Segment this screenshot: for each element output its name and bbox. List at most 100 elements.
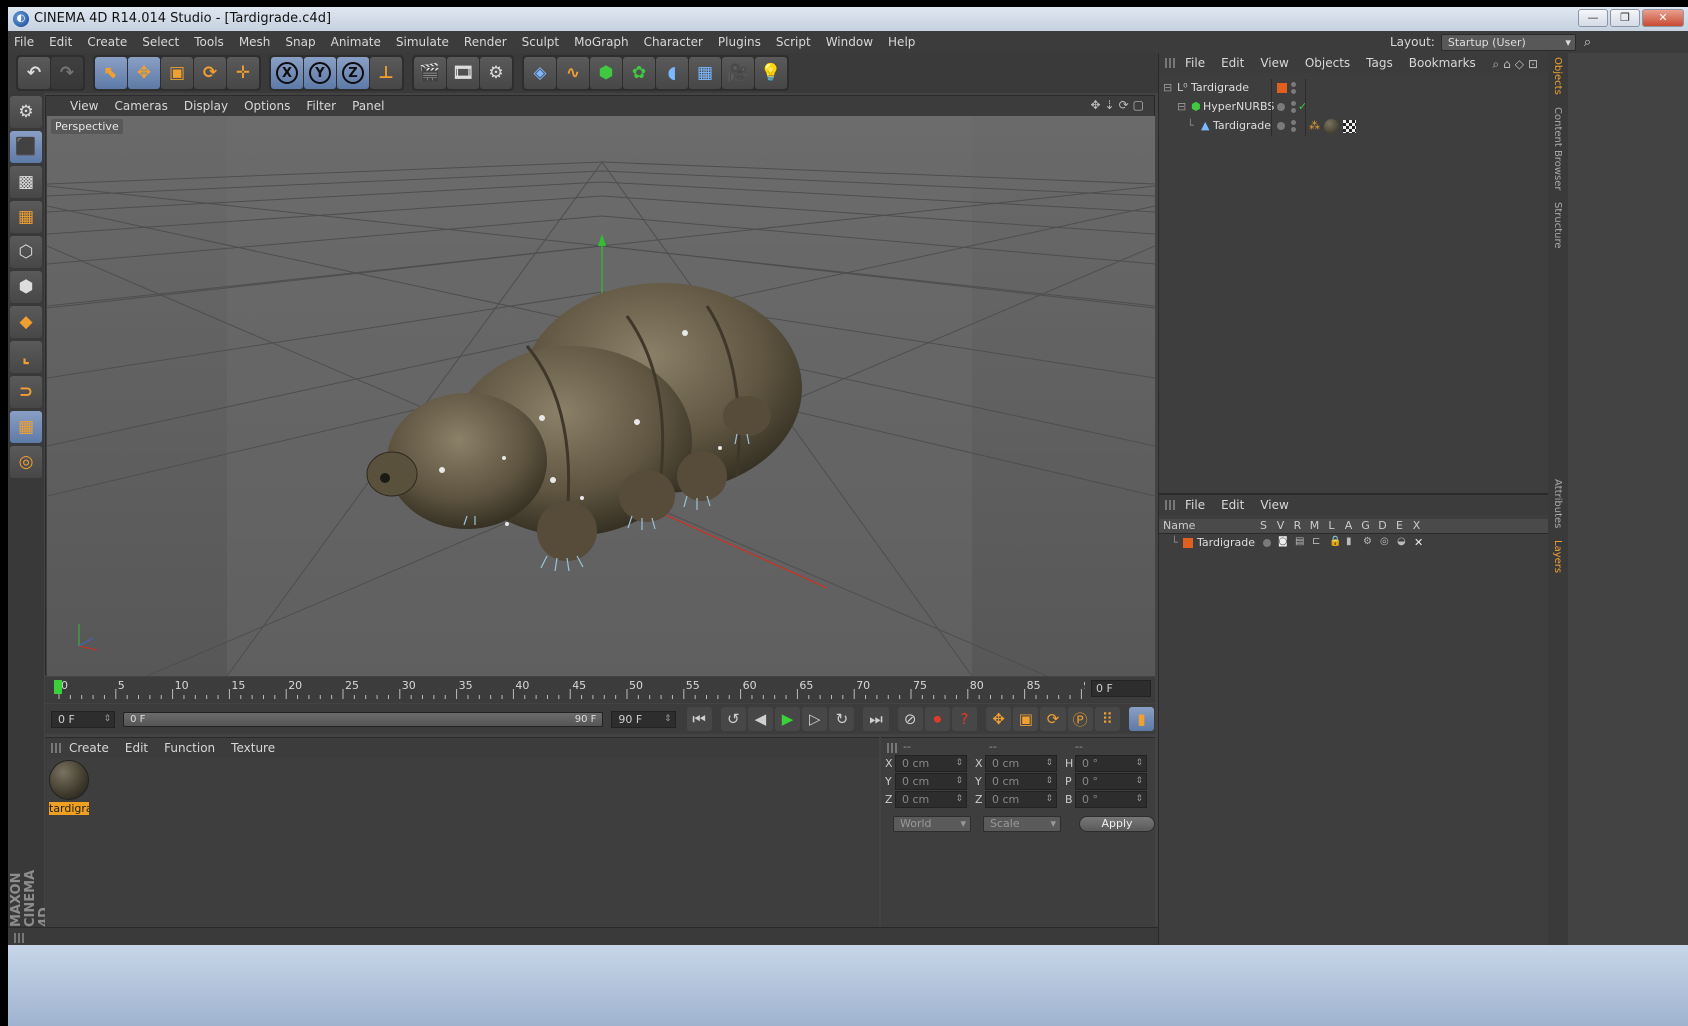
edges-mode-icon[interactable]: ⬢ — [10, 271, 42, 303]
menu-character[interactable]: Character — [644, 35, 703, 49]
frame-range-slider[interactable]: 0 F 90 F — [123, 711, 604, 727]
menu-mesh[interactable]: Mesh — [239, 35, 271, 49]
lm-menu-view[interactable]: View — [1260, 498, 1288, 512]
om-menu-edit[interactable]: Edit — [1221, 56, 1244, 70]
tab-structure[interactable]: Structure — [1552, 202, 1563, 249]
timeline-ruler[interactable]: 0 5 10 15 20 25 30 35 40 45 50 55 60 65 70 75 80 85 90 0 F — [45, 677, 1155, 703]
camera-icon[interactable]: 🎥 — [722, 57, 754, 89]
om-search-home-icons[interactable]: ⌕⌂◇⊡ — [1492, 57, 1542, 72]
current-frame-field[interactable]: 0 F — [1091, 680, 1151, 697]
menu-tools[interactable]: Tools — [194, 35, 224, 49]
apply-button[interactable]: Apply — [1079, 816, 1155, 832]
render-icon[interactable]: ▤ — [1295, 536, 1304, 547]
size-mode-dropdown[interactable]: Scale — [983, 816, 1061, 832]
menu-mograph[interactable]: MoGraph — [574, 35, 629, 49]
deformer-icon[interactable]: ◖ — [656, 57, 688, 89]
undo-icon[interactable]: ↶ — [18, 57, 50, 89]
tab-content-browser[interactable]: Content Browser — [1552, 107, 1563, 190]
key-parameter-icon[interactable]: Ⓟ — [1067, 707, 1093, 731]
viewport-menu-options[interactable]: Options — [244, 99, 290, 113]
panel-grip-icon[interactable] — [51, 743, 63, 753]
position-y-field[interactable]: 0 cm — [895, 772, 967, 790]
layer-row-tardigrade[interactable]: └ Tardigrade ◙ ▤ ⊏ 🔒 ▮ ⚙ ◎ ◒ ✕ — [1159, 534, 1548, 553]
x-axis-lock-button[interactable]: X — [271, 57, 303, 89]
next-keyframe-icon[interactable]: ↻ — [829, 707, 855, 731]
deformers-icon[interactable]: ◎ — [1380, 536, 1389, 547]
coordinate-system-icon[interactable]: ⊥ — [370, 57, 402, 89]
xref-icon[interactable]: ✕ — [1414, 536, 1423, 549]
size-x-field[interactable]: 0 cm — [985, 754, 1057, 772]
tab-layers[interactable]: Layers — [1552, 540, 1563, 573]
workplane-icon[interactable]: ▦ — [10, 201, 42, 233]
spline-icon[interactable]: ∿ — [557, 57, 589, 89]
layer-color-icon[interactable] — [1277, 83, 1287, 93]
array-icon[interactable]: ✿ — [623, 57, 655, 89]
layer-manager-grip-icon[interactable] — [1165, 500, 1177, 510]
key-pla-icon[interactable]: ⠿ — [1094, 707, 1120, 731]
key-position-icon[interactable]: ✥ — [986, 707, 1012, 731]
key-rotation-icon[interactable]: ⟳ — [1040, 707, 1066, 731]
position-x-field[interactable]: 0 cm — [895, 754, 967, 772]
tree-collapse-icon[interactable]: ⊟ — [1163, 81, 1172, 94]
snap-settings-icon[interactable]: ◎ — [10, 446, 42, 478]
y-axis-lock-button[interactable]: Y — [304, 57, 336, 89]
viewport-scene[interactable]: Perspective — [47, 116, 1155, 676]
viewport-menu-cameras[interactable]: Cameras — [114, 99, 167, 113]
previous-keyframe-icon[interactable]: ↺ — [720, 707, 746, 731]
points-mode-icon[interactable]: ⬡ — [10, 236, 42, 268]
end-frame-field[interactable]: 90 F — [611, 710, 676, 728]
menu-create[interactable]: Create — [87, 35, 127, 49]
light-icon[interactable]: 💡 — [755, 57, 787, 89]
floor-icon[interactable]: ▦ — [689, 57, 721, 89]
render-view-icon[interactable]: 🎬 — [414, 57, 446, 89]
manager-icon[interactable]: ⊏ — [1312, 536, 1320, 547]
phong-tag-icon[interactable]: ⁂ — [1309, 119, 1320, 132]
om-menu-bookmarks[interactable]: Bookmarks — [1409, 56, 1476, 70]
menu-animate[interactable]: Animate — [331, 35, 381, 49]
rotation-p-field[interactable]: 0 ° — [1075, 772, 1147, 790]
cube-icon[interactable]: ◈ — [524, 57, 556, 89]
lm-menu-file[interactable]: File — [1185, 498, 1205, 512]
om-menu-file[interactable]: File — [1185, 56, 1205, 70]
lock-icon[interactable]: 🔒 — [1329, 536, 1341, 547]
menu-file[interactable]: File — [14, 35, 34, 49]
animation-icon[interactable]: ▮ — [1346, 536, 1352, 547]
tree-collapse-icon[interactable]: ⊟ — [1177, 100, 1186, 113]
uvw-tag-icon[interactable] — [1343, 120, 1356, 133]
live-select-icon[interactable]: ⬉ — [95, 57, 127, 89]
viewport-nav-icons[interactable]: ✥⇣⟳▢ — [1090, 98, 1148, 112]
scale-icon[interactable]: ▣ — [161, 57, 193, 89]
layer-color-icon[interactable] — [1183, 538, 1193, 548]
close-button[interactable]: ✕ — [1642, 9, 1684, 27]
rotation-h-field[interactable]: 0 ° — [1075, 754, 1147, 772]
z-axis-lock-button[interactable]: Z — [337, 57, 369, 89]
om-menu-tags[interactable]: Tags — [1366, 56, 1393, 70]
nurbs-icon[interactable]: ⬢ — [590, 57, 622, 89]
menu-help[interactable]: Help — [888, 35, 915, 49]
menu-window[interactable]: Window — [826, 35, 873, 49]
rotation-b-field[interactable]: 0 ° — [1075, 790, 1147, 808]
restore-button[interactable]: ❐ — [1610, 9, 1640, 27]
object-row-hypernurbs[interactable]: ⊟ ⬢ HyperNURBS ✓ — [1159, 98, 1548, 117]
move-icon[interactable]: ✥ — [128, 57, 160, 89]
viewport-menu-view[interactable]: View — [70, 99, 98, 113]
viewport-menu-panel[interactable]: Panel — [352, 99, 384, 113]
menu-snap[interactable]: Snap — [285, 35, 315, 49]
menu-plugins[interactable]: Plugins — [718, 35, 761, 49]
add-object-icon[interactable]: ✛ — [227, 57, 259, 89]
coord-system-dropdown[interactable]: World — [893, 816, 971, 832]
previous-frame-icon[interactable]: ◀ — [747, 707, 773, 731]
texture-mode-icon[interactable]: ▩ — [10, 166, 42, 198]
menu-render[interactable]: Render — [464, 35, 507, 49]
menu-script[interactable]: Script — [776, 35, 811, 49]
go-to-end-icon[interactable]: ⏭ — [863, 707, 889, 731]
om-menu-objects[interactable]: Objects — [1305, 56, 1350, 70]
viewport-menu-display[interactable]: Display — [184, 99, 228, 113]
object-row-tardigrade-mesh[interactable]: └ ▲ Tardigrade ⁂ — [1159, 117, 1548, 136]
layout-select[interactable]: Startup (User) — [1440, 33, 1576, 51]
coords-grip-icon[interactable] — [887, 743, 899, 753]
expressions-icon[interactable]: ◒ — [1397, 536, 1406, 547]
object-manager-grip-icon[interactable] — [1165, 58, 1177, 68]
polygons-mode-icon[interactable]: ◆ — [10, 306, 42, 338]
key-scale-icon[interactable]: ▣ — [1013, 707, 1039, 731]
